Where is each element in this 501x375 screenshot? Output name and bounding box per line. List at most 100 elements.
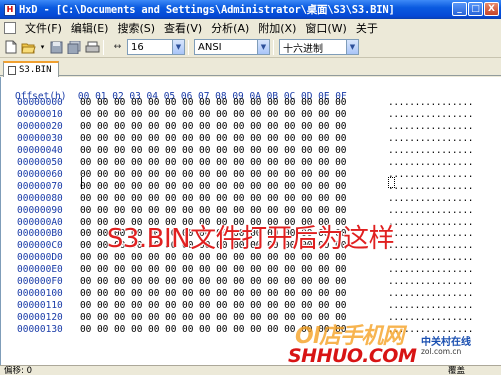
row-ascii[interactable]: ................ bbox=[388, 288, 474, 300]
toolbar-separator bbox=[103, 39, 104, 55]
window-controls: _ □ X bbox=[452, 2, 499, 16]
hex-row[interactable]: 000000F0 00 00 00 00 00 00 00 00 00 00 00… bbox=[1, 276, 501, 288]
row-ascii[interactable]: ................ bbox=[388, 276, 474, 288]
row-offset: 000000E0 bbox=[17, 264, 63, 276]
hex-row[interactable]: 00000020 00 00 00 00 00 00 00 00 00 00 00… bbox=[1, 121, 501, 133]
row-hex-bytes[interactable]: 00 00 00 00 00 00 00 00 00 00 00 00 00 0… bbox=[80, 300, 347, 312]
hex-row[interactable]: 00000070 00 00 00 00 00 00 00 00 00 00 00… bbox=[1, 181, 501, 193]
menu-file[interactable]: 文件(F) bbox=[22, 20, 65, 36]
row-hex-bytes[interactable]: 00 00 00 00 00 00 00 00 00 00 00 00 00 0… bbox=[80, 121, 347, 133]
tab-label: S3.BIN bbox=[19, 64, 52, 75]
row-offset: 00000110 bbox=[17, 300, 63, 312]
hex-row[interactable]: 00000130 00 00 00 00 00 00 00 00 00 00 00… bbox=[1, 324, 501, 336]
tab-s3-bin[interactable]: S3.BIN bbox=[3, 61, 59, 77]
row-ascii[interactable]: ................ bbox=[388, 157, 474, 169]
chevron-down-icon[interactable]: ▼ bbox=[172, 40, 184, 54]
row-ascii[interactable]: ................ bbox=[388, 205, 474, 217]
row-hex-bytes[interactable]: 00 00 00 00 00 00 00 00 00 00 00 00 00 0… bbox=[80, 169, 347, 181]
toolbar-separator bbox=[273, 39, 274, 55]
row-ascii[interactable]: ................ bbox=[388, 193, 474, 205]
save-all-icon[interactable] bbox=[67, 40, 82, 55]
row-ascii[interactable]: ................ bbox=[388, 181, 474, 193]
maximize-button[interactable]: □ bbox=[468, 2, 483, 16]
menu-about[interactable]: 关于 bbox=[353, 20, 381, 36]
chevron-down-icon[interactable]: ▼ bbox=[257, 40, 269, 54]
row-hex-bytes[interactable]: 00 00 00 00 00 00 00 00 00 00 00 00 00 0… bbox=[80, 264, 347, 276]
offset-base-value: 十六进制 bbox=[283, 43, 323, 55]
row-ascii[interactable]: ................ bbox=[388, 109, 474, 121]
row-ascii[interactable]: ................ bbox=[388, 300, 474, 312]
menu-analysis[interactable]: 分析(A) bbox=[208, 20, 252, 36]
print-icon[interactable] bbox=[85, 40, 100, 55]
hex-row[interactable]: 00000050 00 00 00 00 00 00 00 00 00 00 00… bbox=[1, 157, 501, 169]
row-hex-bytes[interactable]: 00 00 00 00 00 00 00 00 00 00 00 00 00 0… bbox=[80, 181, 347, 193]
row-ascii[interactable]: ................ bbox=[388, 133, 474, 145]
hex-row[interactable]: 00000000 00 00 00 00 00 00 00 00 00 00 00… bbox=[1, 97, 501, 109]
hex-row[interactable]: 00000030 00 00 00 00 00 00 00 00 00 00 00… bbox=[1, 133, 501, 145]
hex-row[interactable]: 000000E0 00 00 00 00 00 00 00 00 00 00 00… bbox=[1, 264, 501, 276]
row-hex-bytes[interactable]: 00 00 00 00 00 00 00 00 00 00 00 00 00 0… bbox=[80, 276, 347, 288]
row-hex-bytes[interactable]: 00 00 00 00 00 00 00 00 00 00 00 00 00 0… bbox=[80, 205, 347, 217]
row-hex-bytes[interactable]: 00 00 00 00 00 00 00 00 00 00 00 00 00 0… bbox=[80, 157, 347, 169]
bytes-per-row-value: 16 bbox=[131, 41, 144, 53]
charset-select[interactable]: ANSI ▼ bbox=[194, 39, 270, 55]
toolbar-separator bbox=[188, 39, 189, 55]
row-offset: 00000070 bbox=[17, 180, 63, 192]
offset-base-select[interactable]: 十六进制 ▼ bbox=[279, 39, 359, 55]
row-hex-bytes[interactable]: 00 00 00 00 00 00 00 00 00 00 00 00 00 0… bbox=[80, 97, 347, 109]
status-bar: 偏移: 0 覆盖 bbox=[0, 365, 501, 375]
row-hex-bytes[interactable]: 00 00 00 00 00 00 00 00 00 00 00 00 00 0… bbox=[80, 109, 347, 121]
chevron-down-icon[interactable]: ▼ bbox=[346, 40, 358, 54]
row-offset: 00000100 bbox=[17, 288, 63, 300]
row-offset: 00000120 bbox=[17, 312, 63, 324]
ascii-cursor bbox=[388, 177, 395, 188]
row-offset: 00000130 bbox=[17, 324, 63, 336]
menu-edit[interactable]: 编辑(E) bbox=[68, 20, 112, 36]
hex-row[interactable]: 00000080 00 00 00 00 00 00 00 00 00 00 00… bbox=[1, 193, 501, 205]
hex-row[interactable]: 00000060 00 00 00 00 00 00 00 00 00 00 00… bbox=[1, 169, 501, 181]
menu-view[interactable]: 查看(V) bbox=[161, 20, 205, 36]
row-ascii[interactable]: ................ bbox=[388, 264, 474, 276]
status-mode: 覆盖 bbox=[448, 366, 466, 375]
menu-extras[interactable]: 附加(X) bbox=[255, 20, 299, 36]
hex-row[interactable]: 00000010 00 00 00 00 00 00 00 00 00 00 00… bbox=[1, 109, 501, 121]
status-offset: 偏移: 0 bbox=[4, 366, 32, 375]
hex-row[interactable]: 00000090 00 00 00 00 00 00 00 00 00 00 00… bbox=[1, 205, 501, 217]
close-button[interactable]: X bbox=[484, 2, 499, 16]
row-hex-bytes[interactable]: 00 00 00 00 00 00 00 00 00 00 00 00 00 0… bbox=[80, 288, 347, 300]
menu-bar: 文件(F) 编辑(E) 搜索(S) 查看(V) 分析(A) 附加(X) 窗口(W… bbox=[0, 19, 501, 37]
row-offset: 00000090 bbox=[17, 204, 63, 216]
hex-row[interactable]: 00000040 00 00 00 00 00 00 00 00 00 00 00… bbox=[1, 145, 501, 157]
row-hex-bytes[interactable]: 00 00 00 00 00 00 00 00 00 00 00 00 00 0… bbox=[80, 145, 347, 157]
row-hex-bytes[interactable]: 00 00 00 00 00 00 00 00 00 00 00 00 00 0… bbox=[80, 133, 347, 145]
row-offset: 00000000 bbox=[17, 97, 63, 108]
save-icon[interactable] bbox=[49, 40, 64, 55]
dropdown-arrow-icon[interactable]: ▾ bbox=[39, 40, 46, 55]
row-offset: 000000F0 bbox=[17, 276, 63, 288]
row-offset: 00000080 bbox=[17, 192, 63, 204]
menu-window[interactable]: 窗口(W) bbox=[302, 20, 349, 36]
bytes-per-row-select[interactable]: 16 ▼ bbox=[127, 39, 185, 55]
hxd-app-icon[interactable]: H bbox=[4, 3, 16, 16]
open-folder-icon[interactable] bbox=[21, 40, 36, 55]
hex-row[interactable]: 00000120 00 00 00 00 00 00 00 00 00 00 00… bbox=[1, 312, 501, 324]
row-ascii[interactable]: ................ bbox=[388, 121, 474, 133]
new-file-icon[interactable] bbox=[3, 40, 18, 55]
document-icon[interactable] bbox=[4, 22, 16, 34]
row-hex-bytes[interactable]: 00 00 00 00 00 00 00 00 00 00 00 00 00 0… bbox=[80, 193, 347, 205]
row-offset: 00000020 bbox=[17, 120, 63, 132]
file-icon bbox=[8, 65, 16, 75]
hex-row[interactable]: 00000100 00 00 00 00 00 00 00 00 00 00 00… bbox=[1, 288, 501, 300]
title-bar[interactable]: H HxD - [C:\Documents and Settings\Admin… bbox=[0, 0, 501, 19]
window-title: HxD - [C:\Documents and Settings\Adminis… bbox=[19, 4, 395, 16]
row-ascii[interactable]: ................ bbox=[388, 145, 474, 157]
row-ascii[interactable]: ................ bbox=[388, 97, 474, 109]
row-ascii[interactable]: ................ bbox=[388, 169, 474, 181]
row-offset: 00000040 bbox=[17, 144, 63, 156]
column-header: Offset(h) 00 01 02 03 04 05 06 07 08 09 … bbox=[1, 80, 347, 102]
text-caret bbox=[81, 177, 82, 189]
menu-search[interactable]: 搜索(S) bbox=[114, 20, 158, 36]
minimize-button[interactable]: _ bbox=[452, 2, 467, 16]
zol-watermark: 中关村在线 zol.com.cn bbox=[421, 338, 499, 360]
hex-row[interactable]: 00000110 00 00 00 00 00 00 00 00 00 00 00… bbox=[1, 300, 501, 312]
